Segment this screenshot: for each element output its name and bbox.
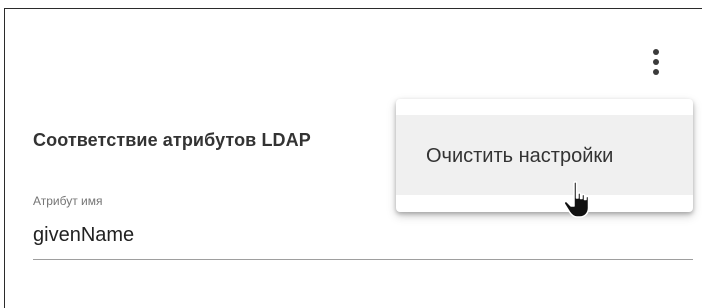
more-vert-icon-dot bbox=[653, 69, 659, 75]
menu-item-label: Очистить настройки bbox=[426, 145, 614, 167]
more-options-button[interactable] bbox=[644, 44, 668, 80]
options-menu: Очистить настройки bbox=[396, 99, 693, 212]
first-name-attribute-input[interactable]: givenName bbox=[33, 224, 134, 247]
first-name-attribute-label: Атрибут имя bbox=[33, 194, 103, 208]
menu-item-reset-settings[interactable]: Очистить настройки bbox=[396, 115, 693, 195]
input-underline bbox=[33, 259, 693, 260]
more-vert-icon-dot bbox=[653, 49, 659, 55]
more-vert-icon-dot bbox=[653, 59, 659, 65]
section-title: Соответствие атрибутов LDAP bbox=[33, 130, 311, 150]
